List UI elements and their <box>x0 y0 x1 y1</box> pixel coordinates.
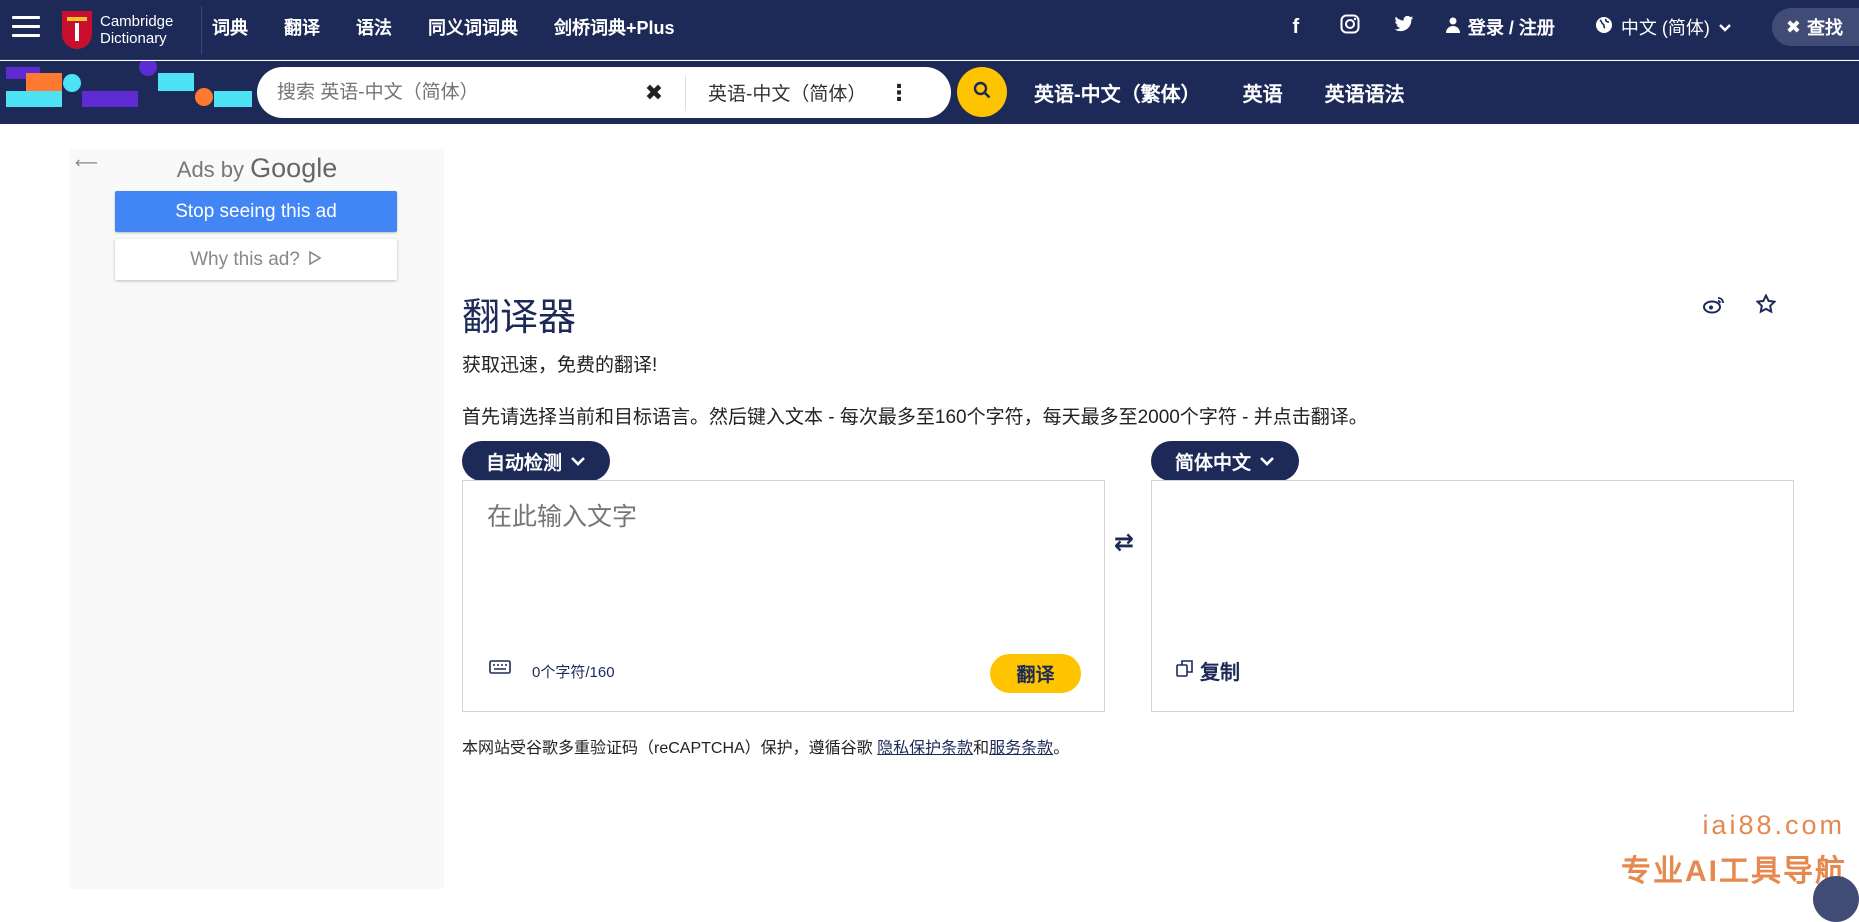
recaptcha-and: 和 <box>973 740 990 757</box>
search-toggle-label: 查找 <box>1807 18 1843 38</box>
recaptcha-notice: 本网站受谷歌多重验证码（reCAPTCHA）保护，遵循谷歌 隐私保护条款和服务条… <box>462 734 1069 758</box>
source-language-selector[interactable]: 自动检测 <box>462 441 611 481</box>
search-icon <box>973 81 991 104</box>
swap-languages-icon[interactable]: ⇄ <box>1114 528 1134 557</box>
user-icon <box>1445 17 1460 38</box>
instructions-text: 首先请选择当前和目标语言。然后键入文本 - 每次最多至160个字符，每天最多至2… <box>462 407 1368 428</box>
facebook-icon[interactable]: f <box>1284 16 1308 39</box>
menu-icon[interactable] <box>12 16 40 38</box>
page-subtitle: 获取迅速，免费的翻译! <box>462 355 658 376</box>
watermark-slogan: 专业AI工具导航 <box>1621 855 1847 888</box>
translate-button[interactable]: 翻译 <box>990 654 1081 693</box>
google-label: Google <box>250 153 338 183</box>
ads-by-google: Ads by Google <box>70 153 444 184</box>
search-input[interactable] <box>257 81 637 104</box>
privacy-policy-link[interactable]: 隐私保护条款 <box>877 740 973 757</box>
login-label: 登录 / 注册 <box>1467 18 1555 38</box>
search-dictionary-selector[interactable]: 英语-中文（简体） <box>708 79 888 106</box>
source-text-input[interactable] <box>487 503 1077 532</box>
subnav-english-grammar[interactable]: 英语语法 <box>1325 78 1405 107</box>
logo-line1: Cambridge <box>100 13 174 30</box>
main-nav: 词典 翻译 语法 同义词词典 剑桥词典+Plus <box>212 0 711 54</box>
cambridge-logo[interactable]: Cambridge Dictionary <box>62 6 202 54</box>
page-title: 翻译器 <box>462 297 577 339</box>
globe-icon <box>1595 16 1613 39</box>
copy-label: 复制 <box>1200 662 1240 684</box>
chevron-down-icon <box>1718 17 1732 38</box>
nav-plus[interactable]: 剑桥词典+Plus <box>554 14 675 40</box>
dictionary-subnav: 英语-中文（繁体） 英语 英语语法 <box>1034 61 1447 124</box>
top-navigation-bar: Cambridge Dictionary 词典 翻译 语法 同义词词典 剑桥词典… <box>0 0 1859 60</box>
search-divider <box>685 74 686 111</box>
adchoices-icon <box>308 249 322 271</box>
stop-seeing-ad-button[interactable]: Stop seeing this ad <box>115 191 397 232</box>
search-toggle-button[interactable]: ✖ 查找 <box>1771 8 1859 46</box>
ad-column: ⟵ Ads by Google Stop seeing this ad Why … <box>70 149 444 889</box>
why-this-ad-label: Why this ad? <box>190 248 300 270</box>
login-link[interactable]: 登录 / 注册 <box>1445 14 1555 40</box>
search-box: ✖ 英语-中文（简体） ⋮ <box>257 67 951 118</box>
search-bar-area: ✖ 英语-中文（简体） ⋮ 英语-中文（繁体） 英语 英语语法 <box>0 61 1859 124</box>
source-language-label: 自动检测 <box>486 452 563 474</box>
clear-search-icon[interactable]: ✖ <box>637 80 671 106</box>
character-count: 0个字符/160 <box>532 664 615 681</box>
nav-thesaurus[interactable]: 同义词词典 <box>428 14 518 40</box>
star-icon[interactable] <box>1754 293 1778 320</box>
cambridge-shield-icon <box>62 11 92 49</box>
header-right: f 登录 / 注册 中文 (简体) ✖ 查找 <box>1284 0 1859 54</box>
instagram-icon[interactable] <box>1338 14 1362 40</box>
recaptcha-suffix: 。 <box>1053 740 1070 757</box>
target-language-label: 简体中文 <box>1175 452 1252 474</box>
nav-translate[interactable]: 翻译 <box>284 14 320 40</box>
close-icon: ✖ <box>1785 16 1801 37</box>
more-options-icon[interactable]: ⋮ <box>888 80 910 106</box>
ads-by-label: Ads by <box>176 157 245 182</box>
search-button[interactable] <box>957 67 1007 117</box>
why-this-ad-button[interactable]: Why this ad? <box>115 239 397 280</box>
logo-line2: Dictionary <box>100 30 167 47</box>
site-language-selector[interactable]: 中文 (简体) <box>1595 14 1732 40</box>
chevron-down-icon <box>1259 450 1275 472</box>
subnav-english-chinese-traditional[interactable]: 英语-中文（繁体） <box>1034 78 1201 107</box>
target-language-selector[interactable]: 简体中文 <box>1151 441 1300 481</box>
twitter-icon[interactable] <box>1392 15 1416 39</box>
subnav-english[interactable]: 英语 <box>1243 78 1283 107</box>
watermark-url: iai88.com <box>1702 810 1845 840</box>
nav-dictionary[interactable]: 词典 <box>212 14 248 40</box>
site-language-label: 中文 (简体) <box>1620 18 1710 38</box>
recaptcha-prefix: 本网站受谷歌多重验证码（reCAPTCHA）保护，遵循谷歌 <box>462 740 878 757</box>
target-text-panel: 复制 <box>1151 480 1794 712</box>
weibo-icon[interactable] <box>1702 294 1726 320</box>
terms-of-service-link[interactable]: 服务条款 <box>989 740 1053 757</box>
decorative-shapes <box>6 61 252 107</box>
keyboard-icon[interactable] <box>489 657 511 680</box>
copy-button[interactable]: 复制 <box>1176 656 1240 685</box>
copy-icon <box>1176 659 1194 683</box>
floating-action-button[interactable] <box>1813 876 1859 922</box>
nav-grammar[interactable]: 语法 <box>356 14 392 40</box>
source-text-panel: 0个字符/160 翻译 <box>462 480 1105 712</box>
page-actions <box>1702 293 1778 320</box>
chevron-down-icon <box>570 450 586 472</box>
